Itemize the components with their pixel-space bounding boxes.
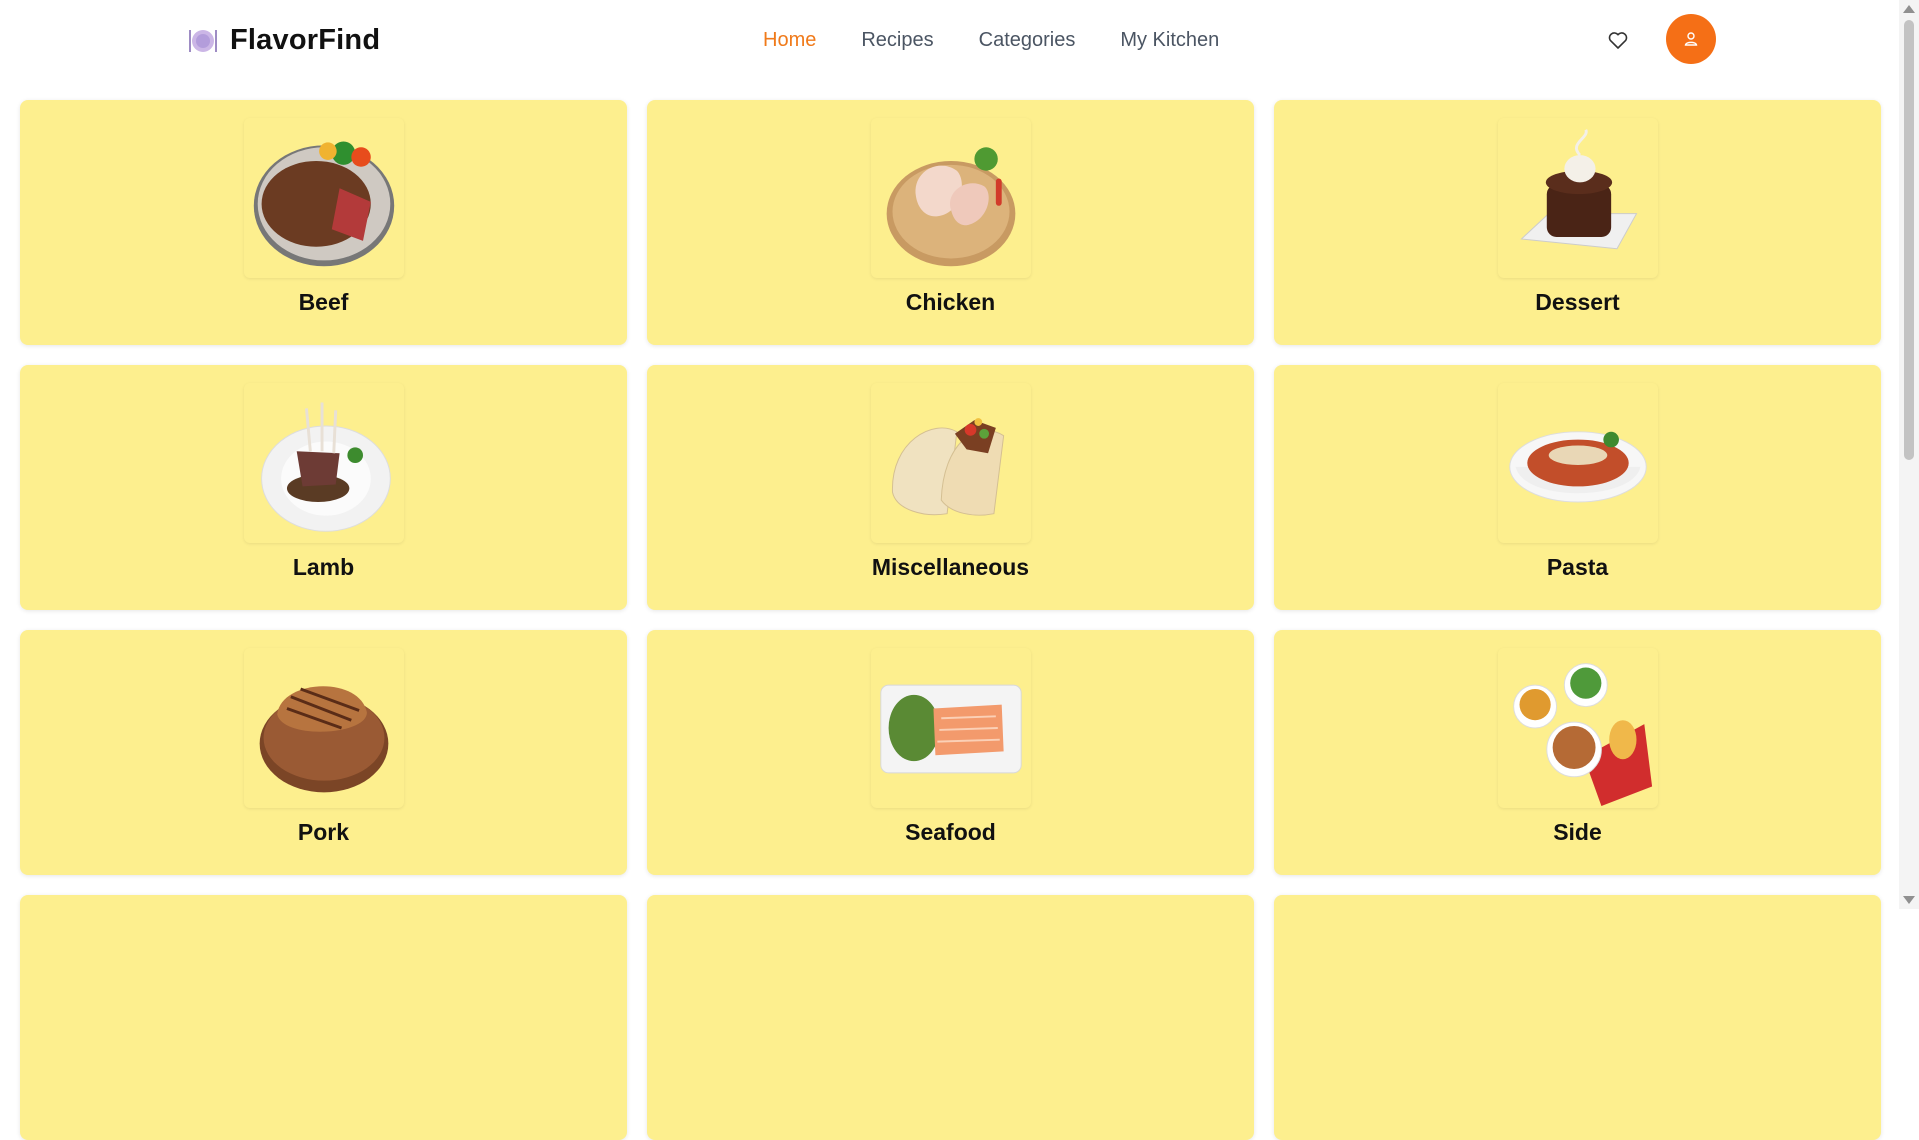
category-label: Miscellaneous [871,554,1030,580]
category-image [871,118,1031,278]
plate-cutlery-icon [189,29,217,52]
pasta-image [1509,431,1647,503]
dessert-image [1520,129,1638,250]
category-label: Pasta [1546,554,1609,580]
scroll-down-arrow-icon[interactable] [1903,896,1915,904]
chicken-image [886,147,1016,267]
category-label: Dessert [1535,289,1620,315]
pork-image [259,686,389,793]
main-nav: Home Recipes Categories My Kitchen [763,29,1219,52]
category-card-partial[interactable] [20,895,627,1140]
nav-recipes[interactable]: Recipes [861,29,933,52]
brand-name: FlavorFind [230,24,381,56]
category-card-partial[interactable] [647,895,1254,1140]
nav-home[interactable]: Home [763,29,816,52]
category-image [871,383,1031,543]
category-image [871,648,1031,808]
nav-my-kitchen[interactable]: My Kitchen [1120,29,1219,52]
category-card-chicken[interactable]: Chicken [647,100,1254,345]
category-label: Lamb [292,554,355,580]
category-card-pork[interactable]: Pork [20,630,627,875]
category-image [244,648,404,808]
beef-steak-image [253,141,395,267]
category-label: Beef [298,289,349,315]
category-card-dessert[interactable]: Dessert [1274,100,1881,345]
category-image [244,118,404,278]
category-image [1498,648,1658,808]
category-card-beef[interactable]: Beef [20,100,627,345]
category-label: Pork [297,819,350,845]
vertical-scrollbar[interactable] [1899,0,1919,909]
seafood-image [880,684,1022,774]
category-image [1498,383,1658,543]
category-image [244,383,404,543]
category-label: Chicken [905,289,996,315]
category-card-side[interactable]: Side [1274,630,1881,875]
top-navbar: FlavorFind Home Recipes Categories My Ki… [0,0,1899,82]
category-card-pasta[interactable]: Pasta [1274,365,1881,610]
scroll-up-arrow-icon[interactable] [1903,5,1915,13]
lamb-image [261,402,391,532]
category-label: Seafood [905,819,996,845]
category-card-partial[interactable] [1274,895,1881,1140]
category-card-miscellaneous[interactable]: Miscellaneous [647,365,1254,610]
nav-categories[interactable]: Categories [979,29,1076,52]
category-image [1498,118,1658,278]
profile-button[interactable] [1666,14,1716,64]
tacos-image [892,418,1005,516]
brand-logo[interactable]: FlavorFind [188,24,380,57]
scrollbar-thumb[interactable] [1904,20,1914,460]
side-dishes-image [1513,663,1653,806]
category-card-seafood[interactable]: Seafood [647,630,1254,875]
user-icon [1684,32,1698,46]
category-label: Side [1553,819,1602,845]
category-card-lamb[interactable]: Lamb [20,365,627,610]
heart-icon[interactable] [1606,28,1630,52]
